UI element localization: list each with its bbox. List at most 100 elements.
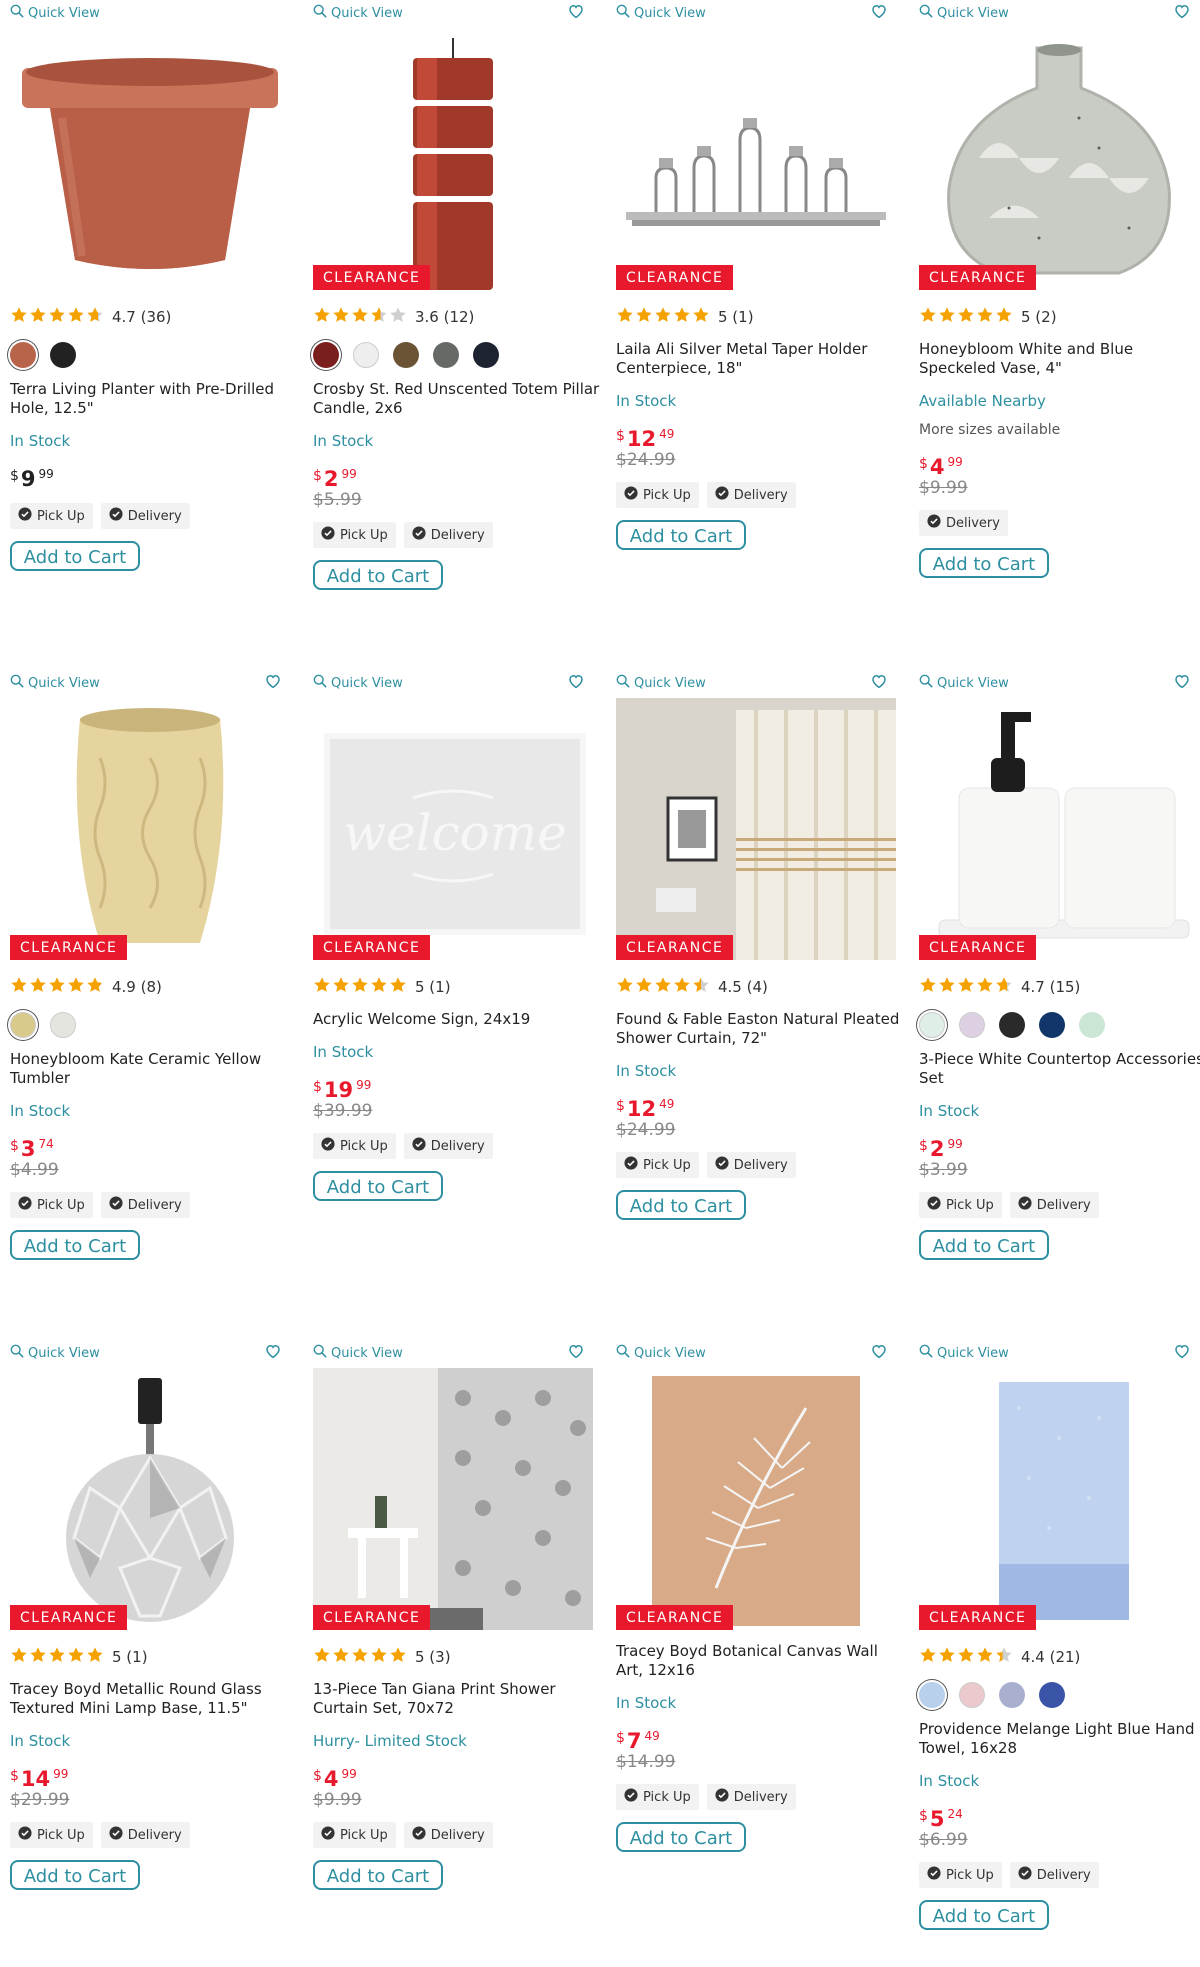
product-image[interactable]: CLEARANCE (616, 698, 896, 960)
color-swatch[interactable] (10, 342, 36, 368)
pickup-chip: Pick Up (10, 503, 93, 529)
quick-view-link[interactable]: Quick View (919, 4, 1009, 22)
product-name[interactable]: 13-Piece Tan Giana Print Shower Curtain … (313, 1680, 603, 1718)
heart-icon[interactable] (567, 672, 585, 690)
add-to-cart-button[interactable]: Add to Cart (313, 1860, 443, 1890)
quick-view-link[interactable]: Quick View (313, 1344, 403, 1362)
quick-view-link[interactable]: Quick View (313, 674, 403, 692)
product-name[interactable]: 3-Piece White Countertop Accessories Set (919, 1050, 1200, 1088)
product-image[interactable]: welcome CLEARANCE (313, 698, 593, 960)
rating[interactable]: 4.4 (21) (919, 1646, 1200, 1668)
add-to-cart-button[interactable]: Add to Cart (616, 1190, 746, 1220)
add-to-cart-button[interactable]: Add to Cart (313, 1171, 443, 1201)
color-swatch[interactable] (919, 1682, 945, 1708)
heart-icon[interactable] (264, 672, 282, 690)
color-swatch[interactable] (393, 342, 419, 368)
product-image[interactable]: CLEARANCE (919, 698, 1199, 960)
product-name[interactable]: Honeybloom Kate Ceramic Yellow Tumbler (10, 1050, 300, 1088)
product-name[interactable]: Tracey Boyd Botanical Canvas Wall Art, 1… (616, 1642, 906, 1680)
color-swatch[interactable] (919, 1012, 945, 1038)
star-icon (48, 306, 66, 328)
heart-icon[interactable] (1173, 2, 1191, 20)
quick-view-link[interactable]: Quick View (616, 4, 706, 22)
product-name[interactable]: Acrylic Welcome Sign, 24x19 (313, 1010, 603, 1029)
add-to-cart-wrap: Add to Cart (919, 1888, 1200, 1930)
product-name[interactable]: Laila Ali Silver Metal Taper Holder Cent… (616, 340, 906, 378)
product-image[interactable]: CLEARANCE (10, 698, 290, 960)
quick-view-link[interactable]: Quick View (919, 674, 1009, 692)
heart-icon[interactable] (567, 2, 585, 20)
quick-view-link[interactable]: Quick View (616, 1344, 706, 1362)
heart-icon[interactable] (264, 1342, 282, 1360)
quick-view-link[interactable]: Quick View (10, 1344, 100, 1362)
product-name[interactable]: Terra Living Planter with Pre-Drilled Ho… (10, 380, 300, 418)
product-image[interactable]: CLEARANCE (616, 28, 896, 290)
more-sizes-note: More sizes available (919, 422, 1061, 438)
color-swatch[interactable] (999, 1012, 1025, 1038)
quick-view-link[interactable]: Quick View (616, 674, 706, 692)
color-swatch[interactable] (353, 342, 379, 368)
heart-icon[interactable] (870, 1342, 888, 1360)
rating[interactable]: 3.6 (12) (313, 306, 603, 328)
product-image[interactable]: CLEARANCE (313, 28, 593, 290)
color-swatch[interactable] (959, 1682, 985, 1708)
star-icon (67, 976, 85, 998)
product-name[interactable]: Tracey Boyd Metallic Round Glass Texture… (10, 1680, 300, 1718)
product-image[interactable]: CLEARANCE (616, 1368, 896, 1630)
color-swatch[interactable] (50, 1012, 76, 1038)
heart-icon[interactable] (567, 1342, 585, 1360)
color-swatch[interactable] (1079, 1012, 1105, 1038)
rating-text: 5 (1) (415, 978, 451, 996)
color-swatch[interactable] (1039, 1682, 1065, 1708)
color-swatch[interactable] (433, 342, 459, 368)
heart-icon[interactable] (1173, 672, 1191, 690)
heart-icon[interactable] (870, 672, 888, 690)
price-currency: $ (616, 428, 625, 444)
product-image[interactable]: CLEARANCE (313, 1368, 593, 1630)
heart-icon[interactable] (1173, 1342, 1191, 1360)
rating[interactable]: 4.5 (4) (616, 976, 906, 998)
price-currency: $ (10, 1768, 19, 1784)
color-swatch[interactable] (313, 342, 339, 368)
quick-view-link[interactable]: Quick View (10, 674, 100, 692)
rating[interactable]: 5 (1) (616, 306, 906, 328)
price: $12 49 (616, 424, 906, 451)
rating[interactable]: 5 (1) (313, 976, 603, 998)
quick-view-link[interactable]: Quick View (313, 4, 403, 22)
product-image[interactable]: CLEARANCE (919, 1368, 1199, 1630)
rating[interactable]: 5 (3) (313, 1646, 603, 1668)
product-name[interactable]: Providence Melange Light Blue Hand Towel… (919, 1720, 1200, 1758)
color-swatch[interactable] (473, 342, 499, 368)
product-name[interactable]: Crosby St. Red Unscented Totem Pillar Ca… (313, 380, 603, 418)
product-image[interactable]: CLEARANCE (919, 28, 1199, 290)
add-to-cart-wrap: Add to Cart (616, 508, 906, 550)
add-to-cart-button[interactable]: Add to Cart (616, 520, 746, 550)
color-swatch[interactable] (999, 1682, 1025, 1708)
rating[interactable]: 5 (1) (10, 1646, 300, 1668)
product-image[interactable]: CLEARANCE (10, 1368, 290, 1630)
add-to-cart-button[interactable]: Add to Cart (10, 541, 140, 571)
add-to-cart-button[interactable]: Add to Cart (10, 1230, 140, 1260)
product-name[interactable]: Honeybloom White and Blue Speckeled Vase… (919, 340, 1200, 378)
add-to-cart-button[interactable]: Add to Cart (313, 560, 443, 590)
quick-view-link[interactable]: Quick View (10, 4, 100, 22)
rating[interactable]: 5 (2) (919, 306, 1200, 328)
rating[interactable]: 4.7 (36) (10, 306, 300, 328)
add-to-cart-button[interactable]: Add to Cart (919, 1230, 1049, 1260)
add-to-cart-button[interactable]: Add to Cart (616, 1822, 746, 1852)
add-to-cart-button[interactable]: Add to Cart (10, 1860, 140, 1890)
rating[interactable]: 4.7 (15) (919, 976, 1200, 998)
rating[interactable]: 4.9 (8) (10, 976, 300, 998)
delivery-label: Delivery (430, 527, 485, 543)
color-swatch[interactable] (959, 1012, 985, 1038)
heart-icon[interactable] (870, 2, 888, 20)
add-to-cart-button[interactable]: Add to Cart (919, 1900, 1049, 1930)
product-image[interactable] (10, 28, 290, 290)
add-to-cart-button[interactable]: Add to Cart (919, 548, 1049, 578)
price: $3 74 (10, 1134, 300, 1161)
color-swatch[interactable] (1039, 1012, 1065, 1038)
quick-view-link[interactable]: Quick View (919, 1344, 1009, 1362)
color-swatch[interactable] (50, 342, 76, 368)
color-swatch[interactable] (10, 1012, 36, 1038)
product-name[interactable]: Found & Fable Easton Natural Pleated Sho… (616, 1010, 906, 1048)
